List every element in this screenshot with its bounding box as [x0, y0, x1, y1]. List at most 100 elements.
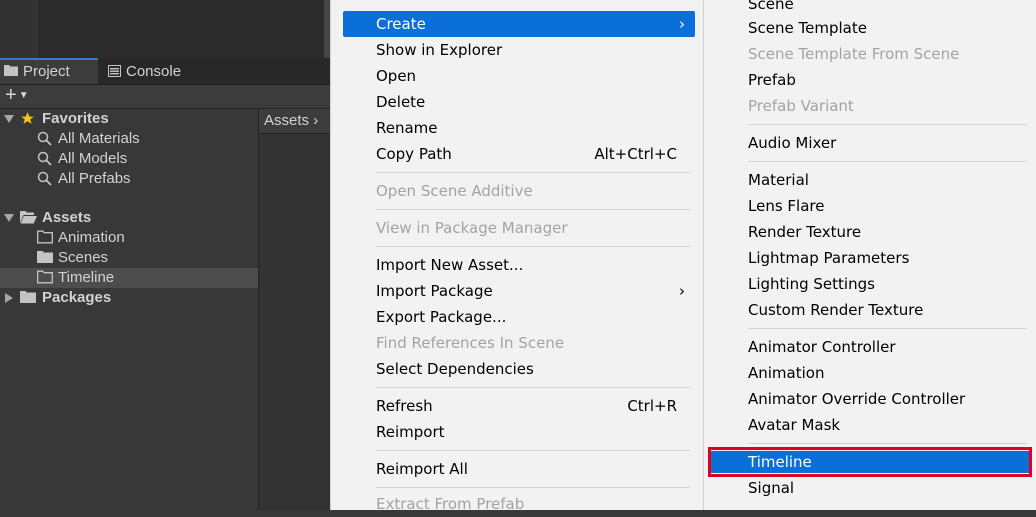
- menu-item-animator-controller[interactable]: Animator Controller: [710, 334, 1032, 360]
- menu-separator: [748, 124, 1027, 125]
- menu-label: Lighting Settings: [748, 275, 875, 293]
- menu-item-open[interactable]: Open: [343, 63, 695, 89]
- tree-item-scenes[interactable]: Scenes: [0, 248, 258, 268]
- chevron-right-icon: ›: [313, 112, 319, 129]
- menu-item-copy-path[interactable]: Copy Path Alt+Ctrl+C: [343, 141, 695, 167]
- menu-label: Rename: [376, 119, 438, 137]
- tree-item-assets[interactable]: Assets: [0, 208, 258, 228]
- menu-separator: [376, 387, 690, 388]
- menu-label: Scene Template: [748, 19, 867, 37]
- tree-label: Timeline: [58, 269, 115, 286]
- menu-label: Lens Flare: [748, 197, 825, 215]
- menu-item-reimport[interactable]: Reimport: [343, 419, 695, 445]
- menu-separator: [748, 161, 1027, 162]
- menu-item-rename[interactable]: Rename: [343, 115, 695, 141]
- tree-label: Favorites: [42, 110, 109, 127]
- menu-item-render-texture[interactable]: Render Texture: [710, 219, 1032, 245]
- folder-open-icon: [20, 210, 37, 230]
- menu-item-custom-render-texture[interactable]: Custom Render Texture: [710, 297, 1032, 323]
- menu-label: Material: [748, 171, 809, 189]
- menu-label: Create: [376, 15, 426, 33]
- breadcrumb-assets[interactable]: Assets: [264, 112, 309, 129]
- collapse-arrow-icon[interactable]: [5, 293, 13, 303]
- menu-item-select-dependencies[interactable]: Select Dependencies: [343, 356, 695, 382]
- tree-item-packages[interactable]: Packages: [0, 288, 258, 308]
- menu-item-timeline[interactable]: Timeline: [710, 451, 1032, 473]
- menu-label: Avatar Mask: [748, 416, 841, 434]
- menu-item-prefab[interactable]: Prefab: [710, 67, 1032, 93]
- menu-item-refresh[interactable]: Refresh Ctrl+R: [343, 393, 695, 419]
- folder-outline-icon: [37, 230, 53, 250]
- menu-label: Export Package...: [376, 308, 507, 326]
- menu-label: Animator Controller: [748, 338, 896, 356]
- project-toolbar: + ▼: [0, 85, 331, 109]
- menu-label: Show in Explorer: [376, 41, 503, 59]
- menu-item-lens-flare[interactable]: Lens Flare: [710, 193, 1032, 219]
- menu-item-delete[interactable]: Delete: [343, 89, 695, 115]
- folder-icon: [4, 60, 18, 84]
- menu-label: Delete: [376, 93, 426, 111]
- menu-item-audio-mixer[interactable]: Audio Mixer: [710, 130, 1032, 156]
- menu-item-import-package[interactable]: Import Package ›: [343, 278, 695, 304]
- context-menu: Create › Show in Explorer Open Delete Re…: [331, 0, 703, 513]
- menu-item-animation[interactable]: Animation: [710, 360, 1032, 386]
- menu-label: Select Dependencies: [376, 360, 534, 378]
- scene-view-divider: [324, 0, 331, 58]
- scene-view-left-column: [0, 0, 38, 58]
- tree-item-favorites[interactable]: Favorites: [0, 109, 258, 129]
- tab-project-label: Project: [23, 63, 70, 80]
- menu-label: View in Package Manager: [376, 219, 568, 237]
- tab-project[interactable]: Project: [0, 58, 98, 84]
- tree-item-animation[interactable]: Animation: [0, 228, 258, 248]
- tree-item-all-prefabs[interactable]: All Prefabs: [0, 169, 258, 189]
- console-icon: [108, 59, 121, 86]
- tree-label: All Materials: [58, 130, 140, 147]
- folder-outline-icon: [37, 270, 53, 290]
- add-asset-dropdown[interactable]: + ▼: [5, 85, 29, 107]
- menu-label: Reimport All: [376, 460, 468, 478]
- menu-label: Copy Path: [376, 145, 452, 163]
- tab-console[interactable]: Console: [104, 58, 228, 84]
- tree-label: All Prefabs: [58, 170, 131, 187]
- tree-item-timeline[interactable]: Timeline: [0, 268, 258, 288]
- menu-separator: [376, 450, 690, 451]
- chevron-right-icon: ›: [679, 15, 685, 33]
- menu-item-signal[interactable]: Signal: [710, 475, 1032, 501]
- tree-label: Scenes: [58, 249, 109, 266]
- menu-item-scene-template[interactable]: Scene Template: [710, 15, 1032, 41]
- menu-label: Import Package: [376, 282, 493, 300]
- breadcrumb[interactable]: Assets ›: [259, 109, 331, 134]
- menu-item-export-package[interactable]: Export Package...: [343, 304, 695, 330]
- folder-icon: [37, 250, 53, 270]
- menu-item-material[interactable]: Material: [710, 167, 1032, 193]
- menu-label: Prefab: [748, 71, 796, 89]
- menu-item-reimport-all[interactable]: Reimport All: [343, 456, 695, 482]
- menu-item-lighting-settings[interactable]: Lighting Settings: [710, 271, 1032, 297]
- expand-arrow-icon[interactable]: [4, 214, 14, 222]
- menu-label: Prefab Variant: [748, 97, 854, 115]
- menu-item-import-new-asset[interactable]: Import New Asset...: [343, 252, 695, 278]
- panel-tab-bar: Project Console: [0, 58, 331, 85]
- tree-label: Packages: [42, 289, 112, 306]
- menu-label: Open Scene Additive: [376, 182, 533, 200]
- menu-label: Lightmap Parameters: [748, 249, 910, 267]
- tree-item-all-models[interactable]: All Models: [0, 149, 258, 169]
- tree-item-all-materials[interactable]: All Materials: [0, 129, 258, 149]
- menu-item-lightmap-parameters[interactable]: Lightmap Parameters: [710, 245, 1032, 271]
- scene-view-strip: [0, 0, 331, 58]
- expand-arrow-icon[interactable]: [4, 115, 14, 123]
- menu-label: Audio Mixer: [748, 134, 837, 152]
- menu-separator: [748, 443, 1027, 444]
- menu-item-create[interactable]: Create ›: [343, 11, 695, 37]
- menu-separator: [376, 246, 690, 247]
- folder-icon: [20, 290, 36, 310]
- menu-item-extract-from-prefab: Extract From Prefab: [343, 491, 695, 517]
- menu-shortcut: Ctrl+R: [627, 397, 677, 415]
- menu-item-show-in-explorer[interactable]: Show in Explorer: [343, 37, 695, 63]
- menu-item-avatar-mask[interactable]: Avatar Mask: [710, 412, 1032, 438]
- menu-label: Scene: [748, 0, 794, 13]
- menu-label: Refresh: [376, 397, 433, 415]
- menu-item-animator-override-controller[interactable]: Animator Override Controller: [710, 386, 1032, 412]
- menu-separator: [376, 209, 690, 210]
- menu-separator: [748, 328, 1027, 329]
